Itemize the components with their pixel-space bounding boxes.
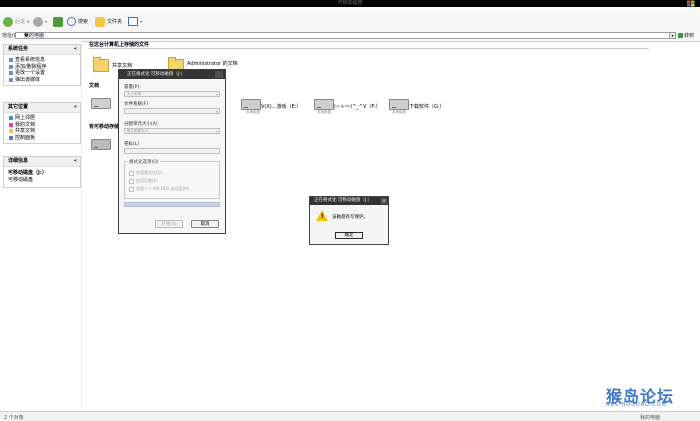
chevron-down-icon: ▾ [140, 19, 143, 24]
allocation-select[interactable]: 默认配置大小 [124, 128, 220, 134]
checkbox-icon [129, 186, 134, 192]
drive-e-label[interactable]: V(X)...游戏（E:） [261, 103, 301, 110]
drive-icon[interactable] [241, 99, 261, 110]
address-input[interactable]: ♥ 我的电脑 [15, 32, 673, 39]
drive-f-type: 本地磁盘 [317, 110, 331, 114]
forward-button[interactable]: ▾ [33, 16, 47, 27]
network-icon [9, 116, 13, 121]
documents-icon [9, 122, 13, 127]
files-header: 在这台计算机上存储的文件 [89, 42, 150, 48]
eject-icon [9, 77, 13, 82]
drives-section-title: 文档 [89, 83, 100, 89]
go-arrow-icon [678, 33, 683, 38]
format-options-group: 格式化选项(O) 快速格式化(Q) 启用压缩(E) 创建一个 MS-DOS 启动… [124, 159, 220, 199]
address-dropdown-button[interactable]: ▾ [669, 32, 676, 39]
other-places-panel: 其它位置 « 网上邻居 我的文档 共享文档 控制面板 [3, 102, 81, 144]
shared-documents-label[interactable]: 共享文档 [112, 62, 132, 69]
compression-checkbox[interactable]: 启用压缩(E) [129, 178, 158, 184]
search-button[interactable]: 搜索 [67, 16, 88, 27]
filesystem-select[interactable] [124, 108, 220, 114]
up-button[interactable] [53, 16, 63, 27]
details-name: 可移动磁盘（J:） [8, 170, 47, 176]
details-header[interactable]: 详细信息 « [4, 157, 80, 167]
ok-button[interactable]: 确定 [335, 232, 363, 239]
volume-input[interactable] [124, 148, 220, 154]
checkbox-icon [129, 170, 134, 176]
alert-titlebar: 正在格式化 可移动磁盘（J:） × [310, 197, 388, 205]
capacity-select[interactable]: 大小不明 [124, 91, 220, 97]
task-item[interactable]: 弹出该媒体 [4, 77, 80, 84]
go-button[interactable]: 转到 [678, 32, 694, 39]
windows-logo-icon [687, 0, 695, 7]
format-dialog-titlebar: 正在格式化 可移动磁盘（J:） [119, 70, 225, 79]
system-tasks-header[interactable]: 系统任务 « [4, 45, 80, 55]
removable-section-title: 有可移动存储 [89, 124, 120, 130]
collapse-icon: « [73, 104, 77, 110]
settings-icon [9, 71, 13, 76]
folders-button[interactable]: 文件夹 [95, 16, 122, 27]
window-title: 可移动磁盘 [337, 0, 363, 6]
place-item[interactable]: 控制面板 [4, 135, 80, 142]
system-tasks-panel: 系统任务 « 查看系统信息 添加/删除程序 更改一个设置 弹出该媒体 [3, 44, 81, 86]
close-icon[interactable] [215, 71, 223, 78]
toolbar: 后退 ▾ ▾ 搜索 文件夹 ▾ [0, 13, 700, 31]
drive-icon[interactable] [314, 99, 334, 110]
capacity-label: 容量(P)： [124, 85, 144, 90]
details-panel: 详细信息 « 可移动磁盘（J:） 可移动磁盘 [3, 156, 81, 188]
volume-label: 卷标(L) [124, 142, 140, 147]
folder-icon [9, 129, 13, 134]
chevron-down-icon: ▾ [27, 19, 30, 24]
allocation-label: 分配单元大小(A) [124, 122, 158, 127]
write-protect-alert: 正在格式化 可移动磁盘（J:） × ! 该磁盘有写保护。 确定 [309, 196, 389, 245]
alert-message: 该磁盘有写保护。 [332, 215, 368, 220]
search-icon [67, 17, 76, 26]
info-icon [9, 58, 13, 63]
folder-up-icon [53, 16, 63, 27]
folder-icon[interactable] [93, 57, 109, 72]
details-type: 可移动磁盘 [8, 177, 34, 183]
collapse-icon: « [73, 46, 77, 52]
removable-disk-icon[interactable] [91, 139, 111, 150]
other-places-header[interactable]: 其它位置 « [4, 103, 80, 113]
divider [89, 48, 649, 49]
close-icon[interactable]: × [381, 198, 387, 204]
forward-arrow-icon [33, 16, 43, 27]
back-button[interactable]: 后退 ▾ [3, 16, 29, 27]
collapse-icon: « [73, 158, 77, 164]
control-panel-icon [9, 135, 13, 140]
checkbox-icon [129, 178, 134, 184]
format-dialog: 正在格式化 可移动磁盘（J:） 容量(P)： 大小不明 文件系统(F) 分配单元… [118, 69, 226, 234]
local-disk-icon[interactable] [91, 98, 111, 109]
format-progress-bar [124, 202, 220, 207]
filesystem-label: 文件系统(F) [124, 102, 149, 107]
chevron-down-icon: ▾ [45, 19, 48, 24]
quick-format-checkbox[interactable]: 快速格式化(Q) [129, 170, 162, 176]
drive-icon[interactable] [389, 99, 409, 110]
drive-g-type: 本地磁盘 [392, 110, 406, 114]
programs-icon [9, 64, 13, 69]
task-pane: 系统任务 « 查看系统信息 添加/删除程序 更改一个设置 弹出该媒体 其它位置 … [0, 41, 82, 411]
views-button[interactable]: ▾ [128, 16, 142, 27]
folders-icon [95, 16, 105, 27]
drive-g-label[interactable]: 下载软件（G:） [409, 103, 445, 110]
admin-documents-label[interactable]: Administrator 的文档 [187, 60, 239, 67]
warning-icon: ! [316, 210, 328, 221]
options-title: 格式化选项(O) [128, 159, 160, 165]
drive-e-type: 本地磁盘 [246, 110, 260, 114]
title-bar: 可移动磁盘 [0, 0, 700, 7]
back-arrow-icon [3, 16, 13, 27]
start-button[interactable]: 开始(S) [155, 220, 183, 228]
cancel-button[interactable]: 取消 [191, 220, 219, 228]
drive-f-label[interactable]: (~＋～)^_^V（F:） [334, 103, 381, 110]
views-icon [128, 17, 138, 26]
watermark-url: BBS.HOUDAO.COM [606, 402, 668, 408]
watermark: 猴岛论坛 BBS.HOUDAO.COM [606, 383, 694, 411]
msdos-startup-checkbox[interactable]: 创建一个 MS-DOS 启动盘(M) [129, 186, 189, 192]
